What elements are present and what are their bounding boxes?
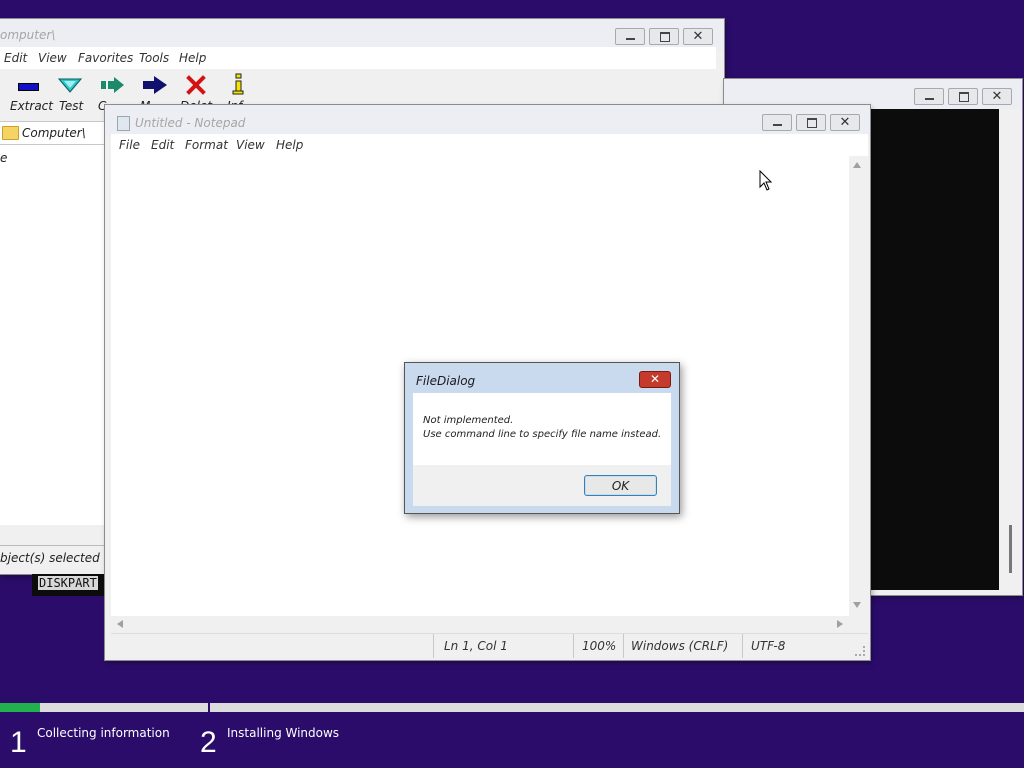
mouse-cursor-icon	[759, 170, 773, 191]
dialog-message-line1: Not implemented.	[423, 415, 514, 426]
resize-grip-icon[interactable]	[855, 646, 865, 656]
step-label: Installing Windows	[227, 726, 340, 740]
maximize-button[interactable]	[649, 28, 679, 45]
setup-progress-fill	[0, 703, 40, 712]
status-line-ending: Windows (CRLF)	[631, 639, 729, 653]
menu-help[interactable]: Help	[179, 51, 206, 65]
console-scroll-thumb[interactable]	[1009, 525, 1012, 573]
ok-button-label: OK	[611, 479, 630, 493]
close-icon: ✕	[692, 29, 704, 44]
address-path: Computer\	[22, 126, 86, 140]
dialog-close-button[interactable]: ✕	[639, 371, 671, 388]
minus-icon	[18, 83, 39, 91]
menu-edit[interactable]: Edit	[151, 138, 174, 152]
step-number: 1	[10, 726, 27, 759]
status-selected-count: bject(s) selected	[0, 551, 100, 565]
dialog-title: FileDialog	[416, 374, 476, 388]
check-icon	[58, 78, 82, 93]
notepad-app-icon	[117, 116, 130, 131]
setup-progress-track	[0, 700, 1024, 712]
menu-favorites[interactable]: Favorites	[78, 51, 133, 65]
toolbar-test-button[interactable]: Test	[56, 73, 86, 113]
toolbar-extract-label: Extract	[10, 99, 53, 113]
menu-edit[interactable]: Edit	[4, 51, 27, 65]
toolbar-extract-button[interactable]: Extract	[8, 73, 53, 113]
dialog-button-area: OK	[413, 465, 671, 506]
toolbar-test-label: Test	[59, 99, 84, 113]
ok-button[interactable]: OK	[584, 475, 657, 496]
dialog-message-area: Not implemented. Use command line to spe…	[413, 393, 671, 465]
minimize-icon	[626, 38, 635, 40]
copy-arrow-icon	[101, 77, 124, 93]
notepad-menubar: File Edit Format View Help	[111, 134, 868, 156]
seven-zip-menubar: Edit View Favorites Tools Help	[0, 47, 716, 69]
close-icon: ✕	[839, 115, 851, 130]
minimize-icon	[773, 124, 782, 126]
notepad-statusbar: Ln 1, Col 1 100% Windows (CRLF) UTF-8	[111, 633, 868, 658]
close-icon: ✕	[991, 89, 1003, 104]
menu-format[interactable]: Format	[185, 138, 228, 152]
console-strip: DISKPART	[32, 574, 108, 596]
status-divider	[433, 634, 434, 658]
notepad-title: Untitled - Notepad	[135, 116, 246, 130]
console-close-button[interactable]: ✕	[982, 88, 1012, 105]
minimize-icon	[925, 98, 934, 100]
minimize-button[interactable]	[615, 28, 645, 45]
notepad-vertical-scrollbar[interactable]	[849, 156, 866, 616]
notepad-minimize-button[interactable]	[762, 114, 792, 131]
list-item[interactable]: e	[0, 151, 7, 165]
diskpart-prompt: DISKPART	[38, 576, 98, 590]
step-number: 2	[200, 726, 217, 759]
menu-tools[interactable]: Tools	[139, 51, 169, 65]
menu-view[interactable]: View	[38, 51, 67, 65]
info-icon	[232, 73, 244, 95]
seven-zip-title: omputer\	[0, 28, 56, 42]
status-zoom: 100%	[582, 639, 617, 653]
notepad-close-button[interactable]: ✕	[830, 114, 860, 131]
close-icon: ✕	[649, 372, 661, 386]
status-divider	[573, 634, 574, 658]
notepad-maximize-button[interactable]	[796, 114, 826, 131]
close-button[interactable]: ✕	[683, 28, 713, 45]
maximize-icon	[807, 118, 817, 128]
status-divider	[742, 634, 743, 658]
notepad-titlebar[interactable]: Untitled - Notepad ✕	[105, 105, 870, 137]
notepad-horizontal-scrollbar[interactable]	[111, 616, 849, 633]
scroll-up-arrow[interactable]	[853, 162, 861, 168]
maximize-icon	[959, 92, 969, 102]
scroll-left-arrow[interactable]	[117, 620, 123, 628]
console-minimize-button[interactable]	[914, 88, 944, 105]
maximize-icon	[660, 32, 670, 42]
scroll-right-arrow[interactable]	[837, 620, 843, 628]
status-cursor-position: Ln 1, Col 1	[444, 639, 508, 653]
step-label: Collecting information	[37, 726, 170, 740]
file-dialog: FileDialog ✕ Not implemented. Use comman…	[404, 362, 680, 514]
setup-progress-divider	[208, 700, 210, 712]
move-arrow-icon	[143, 76, 167, 94]
console-scrollbar[interactable]	[1002, 109, 1020, 590]
menu-view[interactable]: View	[236, 138, 265, 152]
menu-file[interactable]: File	[119, 138, 140, 152]
status-encoding: UTF-8	[751, 639, 786, 653]
menu-help[interactable]: Help	[276, 138, 303, 152]
status-divider	[623, 634, 624, 658]
delete-x-icon	[186, 75, 206, 95]
folder-icon	[2, 126, 19, 140]
dialog-message-line2: Use command line to specify file name in…	[423, 429, 662, 440]
console-maximize-button[interactable]	[948, 88, 978, 105]
scroll-down-arrow[interactable]	[853, 602, 861, 608]
